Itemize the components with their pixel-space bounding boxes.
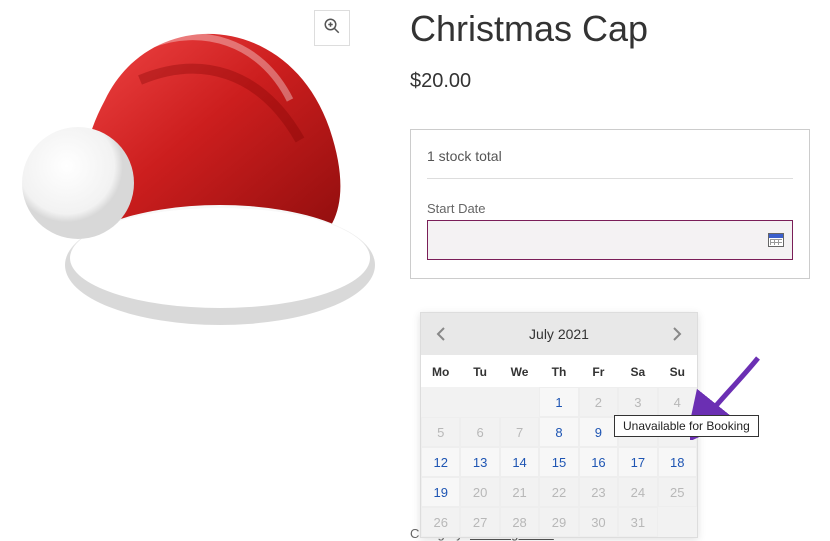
calendar-day[interactable]: 1	[539, 387, 578, 417]
start-date-label: Start Date	[427, 201, 793, 216]
calendar-dow: We	[500, 355, 539, 387]
calendar-day: 22	[539, 477, 578, 507]
calendar-day: 21	[500, 477, 539, 507]
calendar-dow: Fr	[579, 355, 618, 387]
calendar-icon	[768, 233, 784, 247]
calendar-day[interactable]: 16	[579, 447, 618, 477]
calendar-day-blank	[421, 387, 460, 417]
calendar-dow: Tu	[460, 355, 499, 387]
booking-panel: 1 stock total Start Date	[410, 129, 810, 279]
calendar-day[interactable]: 9	[579, 417, 618, 447]
unavailable-tooltip: Unavailable for Booking	[614, 415, 759, 437]
calendar-day[interactable]: 8	[539, 417, 578, 447]
calendar-day: 2	[579, 387, 618, 417]
product-title: Christmas Cap	[410, 8, 830, 50]
calendar-dow: Sa	[618, 355, 657, 387]
calendar-day: 24	[618, 477, 657, 507]
calendar-day: 27	[460, 507, 499, 537]
calendar-month-title: July 2021	[529, 326, 589, 342]
calendar-dow: Su	[658, 355, 697, 387]
calendar-day-blank	[658, 507, 697, 537]
start-date-input[interactable]	[427, 220, 793, 260]
calendar-day[interactable]: 14	[500, 447, 539, 477]
calendar-day[interactable]: 13	[460, 447, 499, 477]
product-image	[10, 10, 380, 340]
calendar-day[interactable]: 17	[618, 447, 657, 477]
next-month-button[interactable]	[667, 324, 687, 344]
calendar-day-blank	[500, 387, 539, 417]
calendar-day[interactable]: 19	[421, 477, 460, 507]
calendar-day[interactable]: 18	[658, 447, 697, 477]
calendar-day: 23	[579, 477, 618, 507]
calendar-dow: Th	[539, 355, 578, 387]
calendar-day: 6	[460, 417, 499, 447]
calendar-day: 3	[618, 387, 657, 417]
calendar-day: 31	[618, 507, 657, 537]
calendar-day[interactable]: 12	[421, 447, 460, 477]
prev-month-button[interactable]	[431, 324, 451, 344]
calendar-day-blank	[460, 387, 499, 417]
calendar-day: 7	[500, 417, 539, 447]
calendar-day: 4	[658, 387, 697, 417]
calendar-day: 20	[460, 477, 499, 507]
calendar-day[interactable]: 15	[539, 447, 578, 477]
calendar-day: 29	[539, 507, 578, 537]
calendar-day: 26	[421, 507, 460, 537]
calendar-day: 5	[421, 417, 460, 447]
calendar-grid: MoTuWeThFrSaSu12345678910111213141516171…	[421, 355, 697, 537]
stock-total: 1 stock total	[427, 148, 793, 179]
calendar-dow: Mo	[421, 355, 460, 387]
calendar-day: 30	[579, 507, 618, 537]
product-price: $20.00	[410, 70, 830, 93]
calendar-day: 25	[658, 477, 697, 507]
calendar-day: 28	[500, 507, 539, 537]
